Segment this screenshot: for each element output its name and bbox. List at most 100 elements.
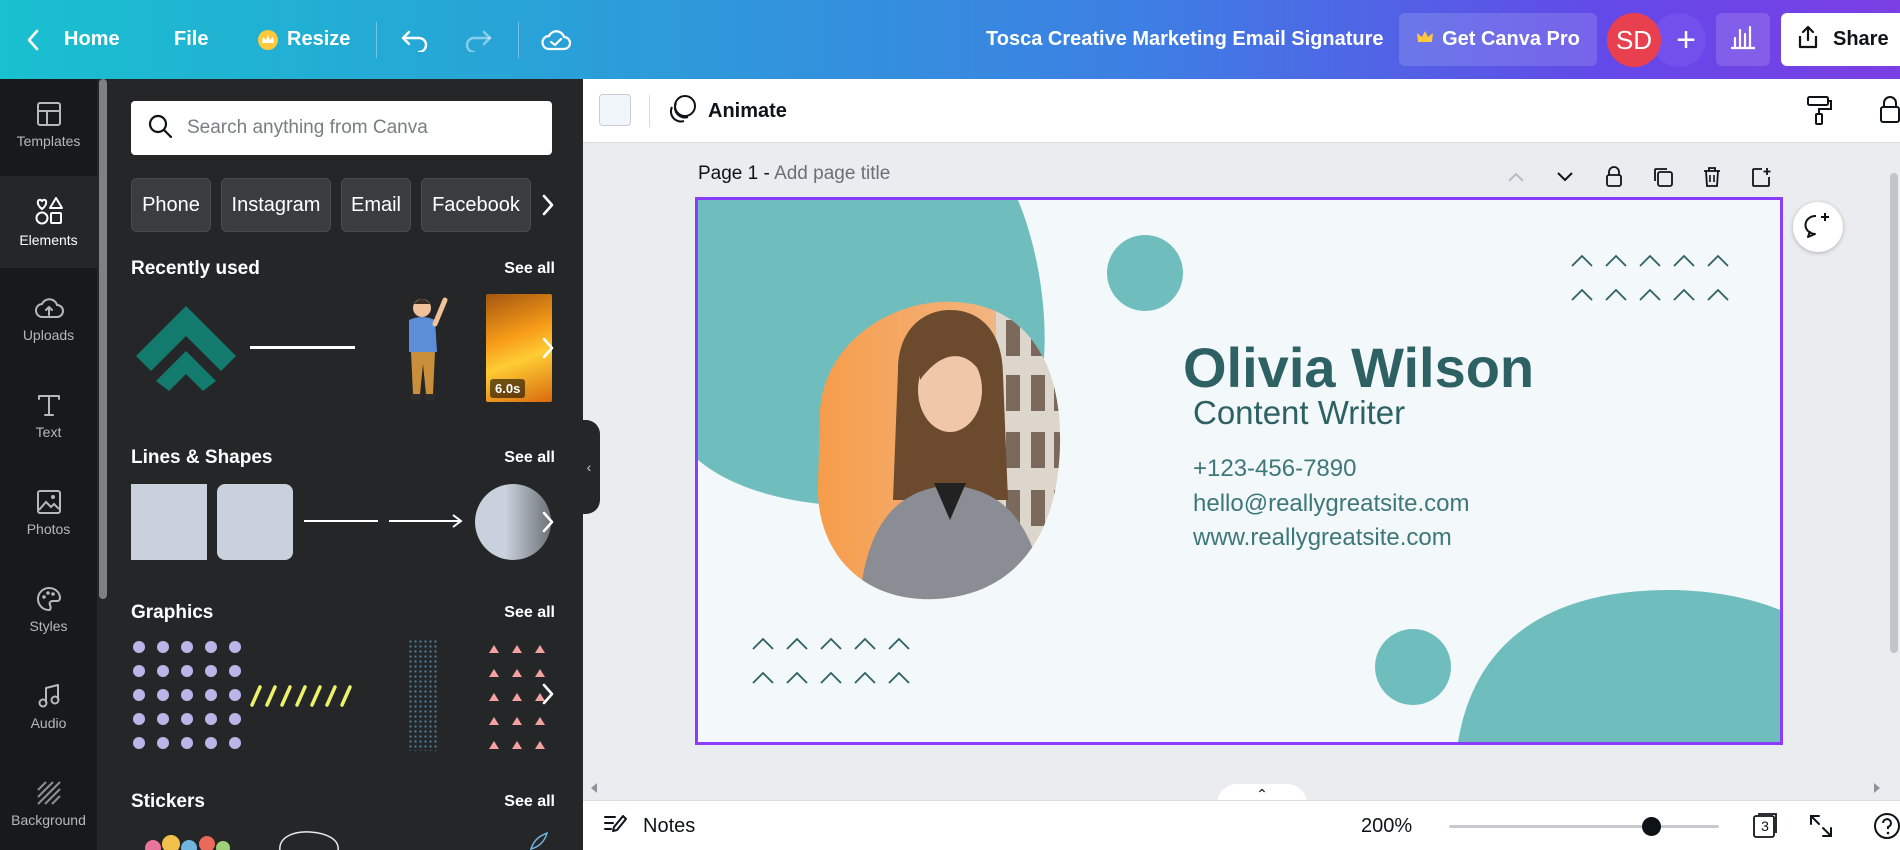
background-color-swatch[interactable] (599, 94, 631, 126)
zoom-slider-knob[interactable] (1642, 817, 1661, 836)
stickers-see-all[interactable]: See all (504, 793, 555, 811)
avatar[interactable]: SD (1607, 13, 1661, 67)
collapse-panel-button[interactable]: ‹ (578, 420, 600, 514)
text-icon (36, 392, 62, 418)
help-icon[interactable] (1873, 812, 1900, 845)
rail-item-background[interactable]: Background (0, 758, 97, 850)
duplicate-page-icon[interactable] (1649, 163, 1677, 191)
fullscreen-icon[interactable] (1807, 812, 1835, 845)
lines-shapes-title: Lines & Shapes (131, 447, 273, 468)
notes-icon (603, 812, 629, 840)
add-page-icon[interactable] (1747, 163, 1775, 191)
rail-item-label: Photos (26, 521, 71, 537)
insights-button[interactable] (1716, 13, 1770, 66)
phone-text[interactable]: +123-456-7890 (1193, 455, 1356, 483)
toolbar-divider (518, 22, 519, 58)
resize-button[interactable]: Resize (257, 0, 350, 79)
name-text[interactable]: Olivia Wilson (1183, 335, 1534, 400)
redo-icon[interactable] (463, 0, 493, 79)
search-box[interactable] (131, 101, 552, 155)
lock-icon[interactable] (1879, 95, 1900, 130)
share-label: Share (1833, 28, 1889, 50)
paint-roller-icon[interactable] (1805, 95, 1833, 130)
panel-scrollbar[interactable] (97, 79, 109, 850)
website-text[interactable]: www.reallygreatsite.com (1193, 524, 1452, 552)
square-shape-thumbnail[interactable] (131, 484, 207, 560)
chip-phone[interactable]: Phone (131, 178, 211, 232)
chip-facebook[interactable]: Facebook (421, 178, 531, 232)
crown-icon (1416, 28, 1434, 51)
vertical-scrollbar[interactable] (1888, 143, 1900, 783)
rail-item-text[interactable]: Text (0, 370, 97, 462)
page-count: 3 (1761, 818, 1769, 834)
email-text[interactable]: hello@reallygreatsite.com (1193, 490, 1469, 518)
notes-button[interactable]: Notes (603, 801, 695, 850)
back-chevron-icon[interactable] (26, 0, 40, 79)
chip-email[interactable]: Email (341, 178, 411, 232)
recent-line-thumbnail[interactable] (250, 346, 355, 349)
page-down-chevron-icon[interactable] (1551, 163, 1579, 191)
rail-item-audio[interactable]: Audio (0, 661, 97, 753)
flowers-sticker-thumbnail[interactable] (139, 830, 239, 850)
lines-shapes-see-all[interactable]: See all (504, 449, 555, 467)
recent-3d-character-thumbnail[interactable] (399, 294, 449, 409)
scroll-left-arrow-icon (591, 783, 597, 793)
delete-page-icon[interactable] (1698, 163, 1726, 191)
dots-graphic-thumbnail[interactable] (131, 639, 243, 756)
leaf-sticker-thumbnail[interactable] (529, 831, 549, 850)
rounded-square-shape-thumbnail[interactable] (217, 484, 293, 560)
rail-item-templates[interactable]: Templates (0, 79, 97, 171)
cloud-saved-icon[interactable] (540, 0, 572, 79)
audio-icon (36, 683, 62, 709)
scrollbar-thumb[interactable] (1890, 173, 1898, 653)
rail-item-label: Elements (19, 232, 78, 248)
page-label: Page 1 - (698, 163, 770, 184)
rail-item-label: Templates (16, 133, 81, 149)
rail-item-label: Uploads (22, 327, 75, 343)
home-button[interactable]: Home (64, 0, 120, 79)
scrollbar-thumb[interactable] (99, 79, 107, 599)
rail-item-styles[interactable]: Styles (0, 564, 97, 656)
rail-item-elements[interactable]: Elements (0, 176, 97, 268)
recently-used-see-all[interactable]: See all (504, 260, 555, 278)
zoom-percentage[interactable]: 200% (1361, 801, 1412, 850)
graphics-next-chevron-icon[interactable] (537, 675, 559, 713)
page-up-chevron-icon[interactable] (1502, 163, 1530, 191)
animate-button[interactable]: Animate (668, 79, 787, 143)
rail-item-uploads[interactable]: Uploads (0, 273, 97, 365)
chevron-pattern-bottom-left (752, 637, 910, 684)
recent-logo-thumbnail[interactable] (131, 301, 241, 398)
rail-item-label: Text (35, 424, 62, 440)
undo-icon[interactable] (400, 0, 430, 79)
search-input[interactable] (187, 117, 527, 139)
editor-toolbar: Animate (583, 79, 1900, 143)
share-button[interactable]: Share (1781, 13, 1900, 66)
side-rail: Templates Elements Uploads Text Photos S… (0, 79, 97, 850)
shapes-next-chevron-icon[interactable] (537, 503, 559, 541)
arrow-line-thumbnail[interactable] (389, 513, 465, 534)
search-icon (147, 113, 173, 144)
add-comment-button[interactable] (1793, 202, 1843, 252)
page-lock-icon[interactable] (1600, 163, 1628, 191)
dot-grid-graphic-thumbnail[interactable] (408, 639, 438, 751)
sketch-sticker-thumbnail[interactable] (274, 829, 344, 850)
line-thumbnail[interactable] (304, 520, 378, 522)
design-canvas[interactable]: Olivia Wilson Content Writer +123-456-78… (695, 197, 1783, 745)
rail-item-label: Audio (30, 715, 67, 731)
slashes-graphic-thumbnail[interactable] (250, 685, 356, 712)
page-title-input[interactable]: Add page title (774, 163, 890, 184)
recent-next-chevron-icon[interactable] (537, 329, 559, 367)
graphics-see-all[interactable]: See all (504, 604, 555, 622)
role-text[interactable]: Content Writer (1193, 394, 1405, 432)
toolbar-divider (376, 22, 377, 58)
get-pro-label: Get Canva Pro (1442, 28, 1580, 50)
zoom-slider[interactable] (1449, 817, 1719, 836)
get-canva-pro-button[interactable]: Get Canva Pro (1399, 13, 1597, 66)
chips-next-chevron-icon[interactable] (537, 186, 559, 224)
file-menu[interactable]: File (174, 0, 208, 79)
video-duration-badge: 6.0s (490, 379, 526, 398)
rail-item-label: Background (11, 812, 86, 828)
rail-item-photos[interactable]: Photos (0, 467, 97, 559)
document-title[interactable]: Tosca Creative Marketing Email Signature (986, 0, 1384, 79)
chip-instagram[interactable]: Instagram (221, 178, 331, 232)
